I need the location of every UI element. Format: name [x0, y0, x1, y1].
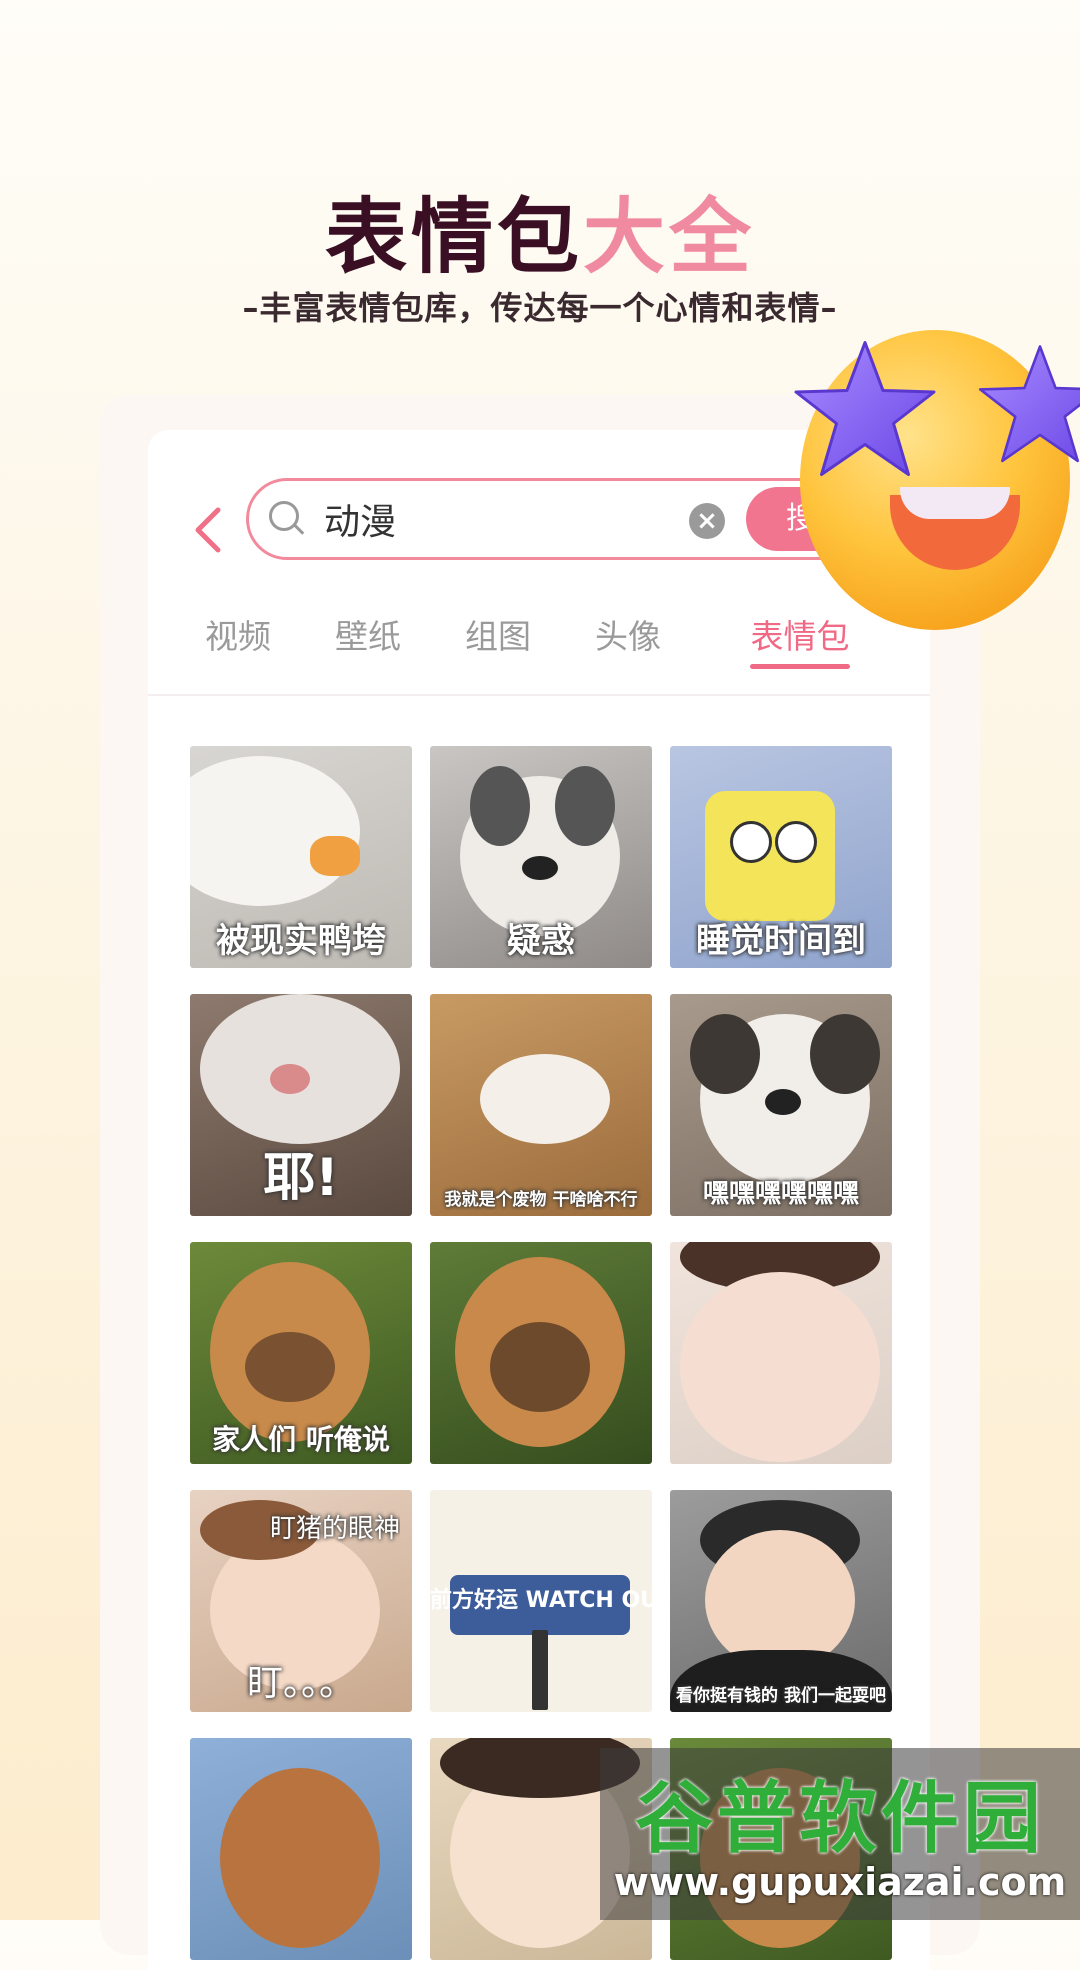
- sticker-item[interactable]: [670, 1242, 892, 1464]
- tab-video[interactable]: 视频: [188, 610, 288, 658]
- tab-group-images[interactable]: 组图: [448, 610, 548, 658]
- sticker-item[interactable]: 疑惑: [430, 746, 652, 968]
- search-input[interactable]: 动漫: [324, 493, 396, 545]
- search-icon: [269, 501, 299, 531]
- sticker-item[interactable]: 嘿嘿嘿嘿嘿嘿: [670, 994, 892, 1216]
- hero-title-dark: 表情包: [324, 190, 583, 285]
- tab-wallpaper[interactable]: 壁纸: [318, 610, 418, 658]
- clear-icon[interactable]: ×: [689, 503, 725, 539]
- sticker-caption: 家人们 听俺说: [212, 1423, 390, 1456]
- star-eyes-emoji-icon: [794, 330, 1080, 630]
- hero-subtitle: –丰富表情包库，传达每一个心情和表情–: [242, 289, 838, 327]
- sticker-caption: 盯猪的眼神: [269, 1514, 400, 1544]
- back-button[interactable]: [188, 500, 238, 560]
- star-icon: [794, 341, 936, 476]
- sticker-caption: 睡觉时间到: [696, 921, 866, 961]
- sticker-item[interactable]: 被现实鸭垮: [190, 746, 412, 968]
- sticker-caption: 被现实鸭垮: [216, 921, 386, 961]
- sticker-item[interactable]: 家人们 听俺说: [190, 1242, 412, 1464]
- sticker-caption: 嘿嘿嘿嘿嘿嘿: [702, 1179, 859, 1209]
- sticker-item[interactable]: 看你挺有钱的 我们一起耍吧: [670, 1490, 892, 1712]
- sticker-item[interactable]: [190, 1738, 412, 1960]
- hero-title-pink: 大全: [583, 190, 756, 285]
- hero-title: 表情包大全: [0, 170, 1080, 289]
- sticker-item[interactable]: 睡觉时间到: [670, 746, 892, 968]
- watermark: 谷普软件园 www.gupuxiazai.com: [600, 1748, 1080, 1920]
- tab-active-indicator: [750, 664, 850, 669]
- phone-screen: 动漫 × 搜 视频 壁纸 组图 头像 表情包 被现实鸭垮 疑惑 睡觉时间到 耶!…: [148, 430, 930, 1970]
- sticker-caption: 耶!: [263, 1148, 339, 1208]
- sticker-item[interactable]: 我就是个废物 干啥啥不行: [430, 994, 652, 1216]
- sticker-item[interactable]: [430, 1242, 652, 1464]
- watermark-title: 谷普软件园: [634, 1774, 1045, 1864]
- sticker-caption: 我就是个废物 干啥啥不行: [444, 1190, 638, 1210]
- chevron-left-icon: [195, 507, 221, 553]
- tabs-divider: [148, 694, 930, 696]
- sticker-caption: 前方好运 WATCH OUT!: [430, 1588, 652, 1613]
- sticker-item[interactable]: 耶!: [190, 994, 412, 1216]
- sticker-caption: 疑惑: [507, 921, 575, 961]
- sticker-caption: 看你挺有钱的 我们一起耍吧: [676, 1686, 886, 1706]
- watermark-url: www.gupuxiazai.com: [613, 1860, 1067, 1904]
- sticker-item[interactable]: 前方好运 WATCH OUT!: [430, 1490, 652, 1712]
- star-icon: [978, 345, 1080, 463]
- sticker-caption-secondary: 盯。。。: [246, 1663, 355, 1704]
- sticker-item[interactable]: 盯猪的眼神 盯。。。: [190, 1490, 412, 1712]
- tab-avatar[interactable]: 头像: [578, 610, 678, 658]
